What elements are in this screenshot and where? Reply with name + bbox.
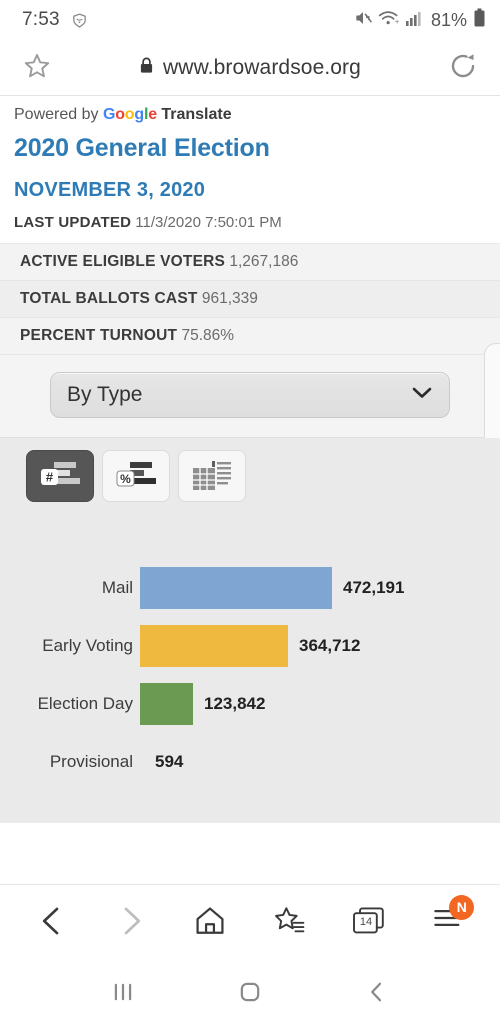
stat-label: ACTIVE ELIGIBLE VOTERS bbox=[20, 253, 226, 270]
stat-value: 75.86% bbox=[181, 327, 235, 344]
stat-label: PERCENT TURNOUT bbox=[20, 327, 178, 344]
status-bar: 7:53 + 81% bbox=[0, 0, 500, 40]
bar-value: 472,191 bbox=[343, 578, 405, 597]
stats-list: ACTIVE ELIGIBLE VOTERS 1,267,186 TOTAL B… bbox=[0, 243, 500, 355]
url-text: www.browardsoe.org bbox=[163, 56, 361, 79]
lock-icon bbox=[139, 57, 154, 79]
last-updated-value: 11/3/2020 7:50:01 PM bbox=[135, 214, 282, 231]
dropdown-selected-value: By Type bbox=[67, 383, 143, 406]
bar-value: 594 bbox=[155, 752, 184, 771]
home-button[interactable] bbox=[182, 893, 238, 949]
bar-label: Provisional bbox=[49, 752, 133, 771]
bar-mail bbox=[140, 567, 332, 609]
chart-view-toolbar: # % bbox=[0, 438, 500, 502]
battery-icon bbox=[473, 8, 486, 33]
tab-count: 14 bbox=[359, 916, 373, 928]
filter-panel: By Type bbox=[0, 343, 500, 533]
bar-row-mail: Mail 472,191 bbox=[0, 562, 500, 614]
translate-prefix: Powered by bbox=[14, 106, 99, 123]
bar-value: 123,842 bbox=[204, 694, 266, 713]
translate-suffix: Translate bbox=[161, 106, 232, 123]
star-icon[interactable] bbox=[22, 51, 52, 86]
stat-row-percent-turnout: PERCENT TURNOUT 75.86% bbox=[0, 318, 500, 355]
last-updated: LAST UPDATED 11/3/2020 7:50:01 PM bbox=[0, 204, 500, 243]
svg-text:%: % bbox=[120, 472, 131, 486]
bar-chart: Mail 472,191 Early Voting 364,712 Electi… bbox=[0, 502, 500, 788]
browser-window: 7:53 + 81% www.browardsoe.org Powered by… bbox=[0, 0, 500, 1028]
tabs-button[interactable]: 14 bbox=[341, 893, 397, 949]
vpn-shield-icon bbox=[71, 12, 88, 29]
last-updated-label: LAST UPDATED bbox=[14, 214, 132, 231]
google-logo: Google bbox=[102, 106, 157, 123]
bar-label: Election Day bbox=[37, 694, 133, 713]
menu-badge: N bbox=[449, 894, 475, 920]
stat-row-active-eligible-voters: ACTIVE ELIGIBLE VOTERS 1,267,186 bbox=[0, 244, 500, 281]
battery-percent: 81% bbox=[430, 9, 467, 30]
group-by-dropdown[interactable]: By Type bbox=[50, 372, 450, 418]
wifi-icon: + bbox=[378, 8, 400, 33]
chevron-down-icon bbox=[411, 386, 433, 405]
chart-container: # % Mail 472,191 Early Voting 364,712 El… bbox=[0, 438, 500, 823]
bar-label: Mail bbox=[101, 578, 133, 597]
reload-icon[interactable] bbox=[448, 51, 478, 86]
forward-button[interactable] bbox=[103, 893, 159, 949]
back-chevron-button[interactable] bbox=[347, 962, 407, 1022]
bar-row-provisional: Provisional 594 bbox=[0, 736, 500, 788]
bar-early-voting bbox=[140, 625, 288, 667]
bar-row-election-day: Election Day 123,842 bbox=[0, 678, 500, 730]
svg-text:+: + bbox=[395, 16, 400, 25]
home-square-button[interactable] bbox=[220, 962, 280, 1022]
bookmarks-button[interactable] bbox=[262, 893, 318, 949]
signal-icon bbox=[405, 9, 423, 32]
back-button[interactable] bbox=[24, 893, 80, 949]
table-view-button[interactable] bbox=[178, 450, 246, 502]
election-date: NOVEMBER 3, 2020 bbox=[14, 179, 206, 201]
stat-value: 1,267,186 bbox=[229, 253, 299, 270]
browser-nav-bar: 14 N bbox=[0, 884, 500, 956]
stat-label: TOTAL BALLOTS CAST bbox=[20, 290, 198, 307]
bar-election-day bbox=[140, 683, 193, 725]
mute-icon bbox=[353, 8, 373, 33]
system-nav-bar bbox=[0, 956, 500, 1028]
page-content: Powered by Google Translate 2020 General… bbox=[0, 96, 500, 823]
stat-row-total-ballots-cast: TOTAL BALLOTS CAST 961,339 bbox=[0, 281, 500, 318]
stat-value: 961,339 bbox=[201, 290, 258, 307]
page-title: 2020 General Election bbox=[14, 134, 270, 162]
recents-button[interactable] bbox=[93, 962, 153, 1022]
bar-label: Early Voting bbox=[42, 636, 133, 655]
percent-chart-view-button[interactable]: % bbox=[102, 450, 170, 502]
menu-button[interactable]: N bbox=[420, 893, 476, 949]
bar-row-early-voting: Early Voting 364,712 bbox=[0, 620, 500, 672]
bar-value: 364,712 bbox=[299, 636, 361, 655]
google-translate-bar[interactable]: Powered by Google Translate bbox=[0, 96, 500, 126]
browser-url-bar[interactable]: www.browardsoe.org bbox=[0, 40, 500, 96]
number-chart-view-button[interactable]: # bbox=[26, 450, 94, 502]
svg-text:#: # bbox=[46, 470, 54, 485]
clock: 7:53 bbox=[22, 9, 60, 30]
